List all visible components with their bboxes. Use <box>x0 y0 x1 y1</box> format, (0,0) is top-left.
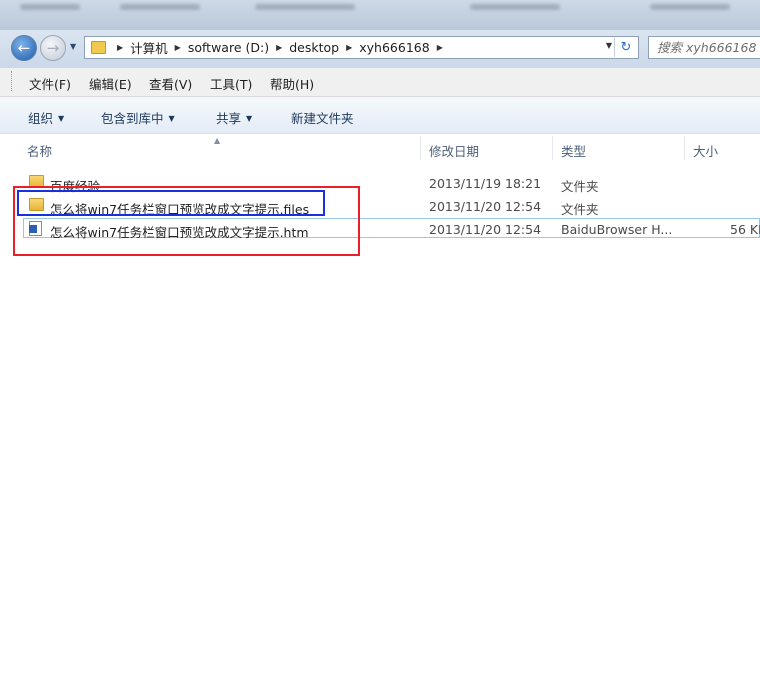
menu-tools[interactable]: 工具(T) <box>210 74 252 93</box>
include-in-library-label: 包含到库中 <box>101 111 164 126</box>
menu-view[interactable]: 查看(V) <box>149 74 192 93</box>
column-date[interactable]: 修改日期 <box>429 141 479 160</box>
include-in-library-button[interactable]: 包含到库中 ▼ <box>101 108 175 127</box>
dropdown-arrow-icon: ▼ <box>58 114 65 123</box>
chevron-right-icon[interactable]: ▶ <box>437 43 443 52</box>
organize-label: 组织 <box>28 111 54 126</box>
column-divider[interactable] <box>420 136 421 160</box>
column-size[interactable]: 大小 <box>693 141 718 160</box>
breadcrumb-item[interactable]: 计算机 <box>130 38 168 57</box>
file-type: 文件夹 <box>561 202 599 217</box>
breadcrumb-item[interactable]: xyh666168 <box>359 40 429 55</box>
dropdown-arrow-icon: ▼ <box>246 114 253 123</box>
refresh-icon: ↻ <box>620 40 632 55</box>
dropdown-arrow-icon: ▼ <box>168 114 175 123</box>
column-divider[interactable] <box>552 136 553 160</box>
history-dropdown-icon[interactable]: ▼ <box>70 42 76 51</box>
breadcrumb-item[interactable]: desktop <box>289 40 339 55</box>
menu-bar: 文件(F) 编辑(E) 查看(V) 工具(T) 帮助(H) <box>0 68 760 97</box>
file-date: 2013/11/20 12:54 <box>429 199 542 214</box>
address-dropdown-icon[interactable]: ▼ <box>606 41 612 50</box>
chevron-right-icon[interactable]: ▶ <box>346 43 352 52</box>
file-date: 2013/11/19 18:21 <box>429 176 542 191</box>
chevron-right-icon[interactable]: ▶ <box>175 43 181 52</box>
forward-button[interactable]: → <box>40 35 66 61</box>
back-arrow-icon: ← <box>17 39 31 57</box>
organize-button[interactable]: 组织 ▼ <box>28 108 64 127</box>
toolbar-grip <box>11 71 15 91</box>
forward-arrow-icon: → <box>46 39 60 57</box>
file-type: BaiduBrowser H... <box>561 222 673 237</box>
address-bar[interactable]: ▶ 计算机 ▶ software (D:) ▶ desktop ▶ xyh666… <box>84 36 639 59</box>
column-type[interactable]: 类型 <box>561 141 586 160</box>
new-folder-label: 新建文件夹 <box>291 111 354 126</box>
menu-edit[interactable]: 编辑(E) <box>89 74 132 93</box>
file-type: 文件夹 <box>561 179 599 194</box>
breadcrumb-item[interactable]: software (D:) <box>188 40 269 55</box>
new-folder-button[interactable]: 新建文件夹 <box>291 108 354 127</box>
address-row: ← → ▼ ▶ 计算机 ▶ software (D:) ▶ desktop ▶ … <box>0 30 760 68</box>
refresh-button[interactable]: ↻ <box>614 38 637 57</box>
share-button[interactable]: 共享 ▼ <box>216 108 252 127</box>
window-title-strip <box>0 0 760 30</box>
back-button[interactable]: ← <box>11 35 37 61</box>
column-divider[interactable] <box>684 136 685 160</box>
column-name[interactable]: 名称 <box>27 141 52 160</box>
command-bar: 组织 ▼ 包含到库中 ▼ 共享 ▼ 新建文件夹 <box>0 97 760 134</box>
chevron-right-icon[interactable]: ▶ <box>117 43 123 52</box>
search-input[interactable]: 搜索 xyh666168 <box>648 36 760 59</box>
file-date: 2013/11/20 12:54 <box>429 222 542 237</box>
annotation-blue-box <box>17 190 325 216</box>
menu-file[interactable]: 文件(F) <box>29 74 71 93</box>
file-size: 56 KB <box>730 222 760 237</box>
share-label: 共享 <box>216 111 242 126</box>
folder-icon <box>91 41 106 54</box>
chevron-right-icon[interactable]: ▶ <box>276 43 282 52</box>
sort-arrow-icon: ▲ <box>214 136 221 145</box>
menu-help[interactable]: 帮助(H) <box>270 74 314 93</box>
column-header-row: ▲ 名称 修改日期 类型 大小 <box>0 134 760 162</box>
